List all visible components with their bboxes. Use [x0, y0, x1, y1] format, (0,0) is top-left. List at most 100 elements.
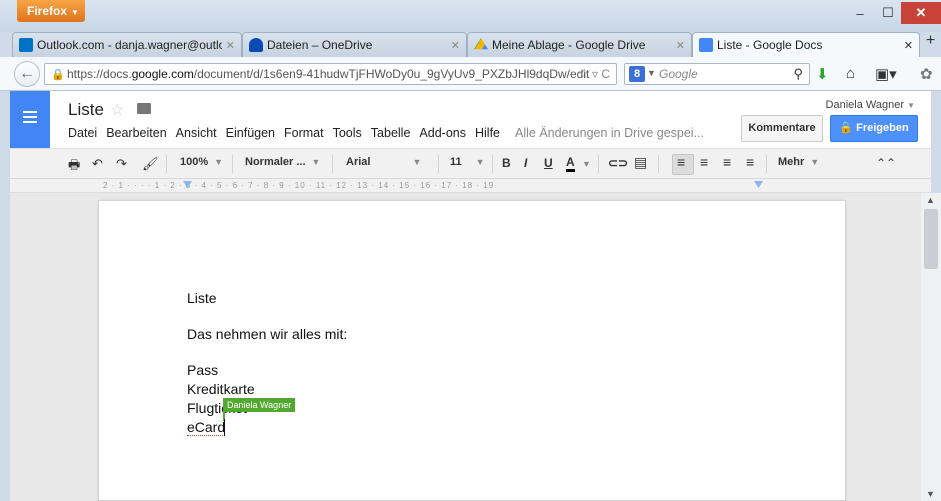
search-bar[interactable]: 8 ▼ Google ⚲ — [624, 63, 810, 85]
document-title[interactable]: Liste — [68, 100, 104, 120]
chevron-down-icon: ▼ — [907, 101, 915, 110]
account-menu[interactable]: Daniela Wagner ▼ — [826, 99, 915, 111]
comments-button[interactable]: Kommentare — [741, 115, 823, 142]
more-button[interactable]: Mehr ▼ — [778, 156, 819, 168]
redo-icon[interactable]: ↷ — [116, 156, 127, 172]
menu-tools[interactable]: Tools — [333, 126, 362, 140]
zoom-select[interactable]: 100% ▼ — [180, 156, 223, 168]
star-icon[interactable]: ☆ — [110, 100, 124, 120]
lock-icon: 🔒 — [51, 69, 65, 81]
doc-paragraph[interactable]: Liste — [187, 290, 217, 306]
google-docs-app: Liste ☆ Datei Bearbeiten Ansicht Einfüge… — [10, 91, 931, 501]
font-size-select[interactable]: 11 ▼ — [450, 156, 485, 168]
chevron-down-icon: ▼ — [810, 157, 820, 167]
underline-icon[interactable]: U — [544, 156, 553, 170]
paint-format-icon[interactable]: 🖌 — [142, 156, 159, 172]
onedrive-icon — [249, 38, 263, 52]
doc-paragraph[interactable]: Kreditkarte — [187, 381, 255, 397]
align-left-icon[interactable]: ≡ — [677, 154, 685, 170]
close-tab-icon[interactable]: ✕ — [904, 39, 913, 52]
reload-icon[interactable]: C — [601, 67, 610, 81]
google-drive-icon — [474, 38, 488, 50]
close-tab-icon[interactable]: ✕ — [451, 39, 460, 52]
scroll-down-icon[interactable]: ▼ — [926, 489, 935, 499]
menu-tabelle[interactable]: Tabelle — [371, 126, 411, 140]
comment-icon[interactable]: ▤ — [634, 154, 647, 171]
align-justify-icon[interactable]: ≡ — [746, 154, 754, 170]
back-button[interactable]: ← — [14, 61, 40, 87]
menu-hilfe[interactable]: Hilfe — [475, 126, 500, 140]
chevron-down-icon: ▼ — [475, 157, 485, 167]
menu-bar: Datei Bearbeiten Ansicht Einfügen Format… — [68, 126, 713, 140]
window-frame — [0, 91, 10, 501]
chevron-down-icon: ▼ — [71, 8, 79, 17]
docs-logo-icon — [23, 111, 37, 123]
collaborator-label: Daniela Wagner — [223, 398, 296, 412]
window-titlebar: Firefox ▼ – ☐ ✕ — [0, 0, 941, 32]
bookmarks-menu-icon[interactable]: ▣▾ — [875, 65, 897, 83]
save-status[interactable]: Alle Änderungen in Drive gespei... — [515, 126, 704, 140]
close-window-button[interactable]: ✕ — [901, 2, 941, 24]
doc-paragraph[interactable]: eCard — [187, 419, 226, 436]
chevron-down-icon[interactable]: ▿ — [592, 67, 598, 81]
link-icon[interactable]: ⊂⊃ — [608, 156, 628, 170]
indent-marker-right[interactable] — [754, 181, 763, 188]
close-tab-icon[interactable]: ✕ — [676, 39, 685, 52]
undo-icon[interactable]: ↶ — [92, 156, 103, 172]
folder-icon[interactable] — [137, 103, 151, 114]
print-icon[interactable]: 🖶 — [68, 156, 80, 178]
doc-paragraph[interactable]: Das nehmen wir alles mit: — [187, 326, 347, 342]
chevron-down-icon[interactable]: ▼ — [647, 68, 656, 78]
formatting-toolbar: 🖶 ↶ ↷ 🖌 100% ▼ Normaler ... ▼ Arial ▼ 11 ▼ B… — [10, 148, 931, 179]
close-tab-icon[interactable]: ✕ — [226, 39, 235, 52]
bold-icon[interactable]: B — [502, 156, 511, 170]
tab-google-docs[interactable]: Liste - Google Docs ✕ — [692, 32, 920, 57]
bookmark-star-icon[interactable]: ☆ — [578, 67, 589, 81]
menu-bearbeiten[interactable]: Bearbeiten — [106, 126, 166, 140]
share-button[interactable]: 🔒 Freigeben — [830, 115, 918, 142]
chevron-down-icon: ▼ — [412, 157, 422, 167]
tab-outlook[interactable]: Outlook.com - danja.wagner@outlo... ✕ — [12, 32, 242, 57]
lock-icon: 🔒 — [839, 122, 854, 134]
home-icon[interactable]: ⌂ — [846, 65, 855, 82]
google-search-engine-icon[interactable]: 8 — [629, 66, 645, 82]
minimize-button[interactable]: – — [846, 2, 874, 24]
document-canvas: Liste Das nehmen wir alles mit: Pass Kre… — [10, 193, 931, 501]
firefox-menu-button[interactable]: Firefox ▼ — [17, 0, 85, 22]
url-bar[interactable]: 🔒 https://docs.google.com/document/d/1s6… — [44, 63, 617, 85]
vertical-scrollbar[interactable]: ▲ ▼ — [921, 193, 941, 501]
tab-onedrive[interactable]: Dateien – OneDrive ✕ — [242, 32, 467, 57]
docs-header: Liste ☆ Datei Bearbeiten Ansicht Einfüge… — [10, 91, 931, 148]
tab-google-drive[interactable]: Meine Ablage - Google Drive ✕ — [467, 32, 692, 57]
extension-icon[interactable]: ✿ — [920, 65, 933, 83]
scroll-up-icon[interactable]: ▲ — [926, 195, 935, 205]
ruler[interactable]: 2 · 1 · · · · 1 · 2 · 3 · 4 · 5 · 6 · 7 … — [10, 179, 931, 193]
google-docs-icon — [699, 38, 713, 52]
collapse-menu-icon[interactable]: ⌃⌃ — [876, 156, 896, 170]
tab-strip: Outlook.com - danja.wagner@outlo... ✕ Da… — [0, 32, 941, 57]
align-center-icon[interactable]: ≡ — [700, 154, 708, 170]
menu-ansicht[interactable]: Ansicht — [176, 126, 217, 140]
outlook-icon — [19, 38, 33, 52]
scrollbar-thumb[interactable] — [924, 209, 938, 269]
menu-datei[interactable]: Datei — [68, 126, 97, 140]
new-tab-button[interactable]: + — [920, 32, 941, 57]
chevron-down-icon: ▼ — [311, 157, 321, 167]
arrow-left-icon: ← — [19, 65, 35, 82]
maximize-button[interactable]: ☐ — [874, 2, 902, 24]
doc-paragraph[interactable]: Pass — [187, 362, 218, 378]
navigation-bar: ← 🔒 https://docs.google.com/document/d/1… — [0, 57, 941, 91]
document-page[interactable]: Liste Das nehmen wir alles mit: Pass Kre… — [98, 200, 846, 501]
text-color-icon[interactable]: A — [566, 156, 575, 172]
menu-format[interactable]: Format — [284, 126, 324, 140]
download-icon[interactable]: ⬇ — [816, 65, 829, 83]
italic-icon[interactable]: I — [524, 156, 527, 170]
menu-add-ons[interactable]: Add-ons — [419, 126, 466, 140]
font-select[interactable]: Arial ▼ — [346, 156, 426, 168]
chevron-down-icon[interactable]: ▼ — [582, 159, 591, 169]
search-icon[interactable]: ⚲ — [793, 66, 803, 82]
align-right-icon[interactable]: ≡ — [723, 154, 731, 170]
docs-home-button[interactable] — [10, 91, 50, 148]
menu-einfuegen[interactable]: Einfügen — [226, 126, 275, 140]
paragraph-style-select[interactable]: Normaler ... ▼ — [245, 156, 320, 168]
